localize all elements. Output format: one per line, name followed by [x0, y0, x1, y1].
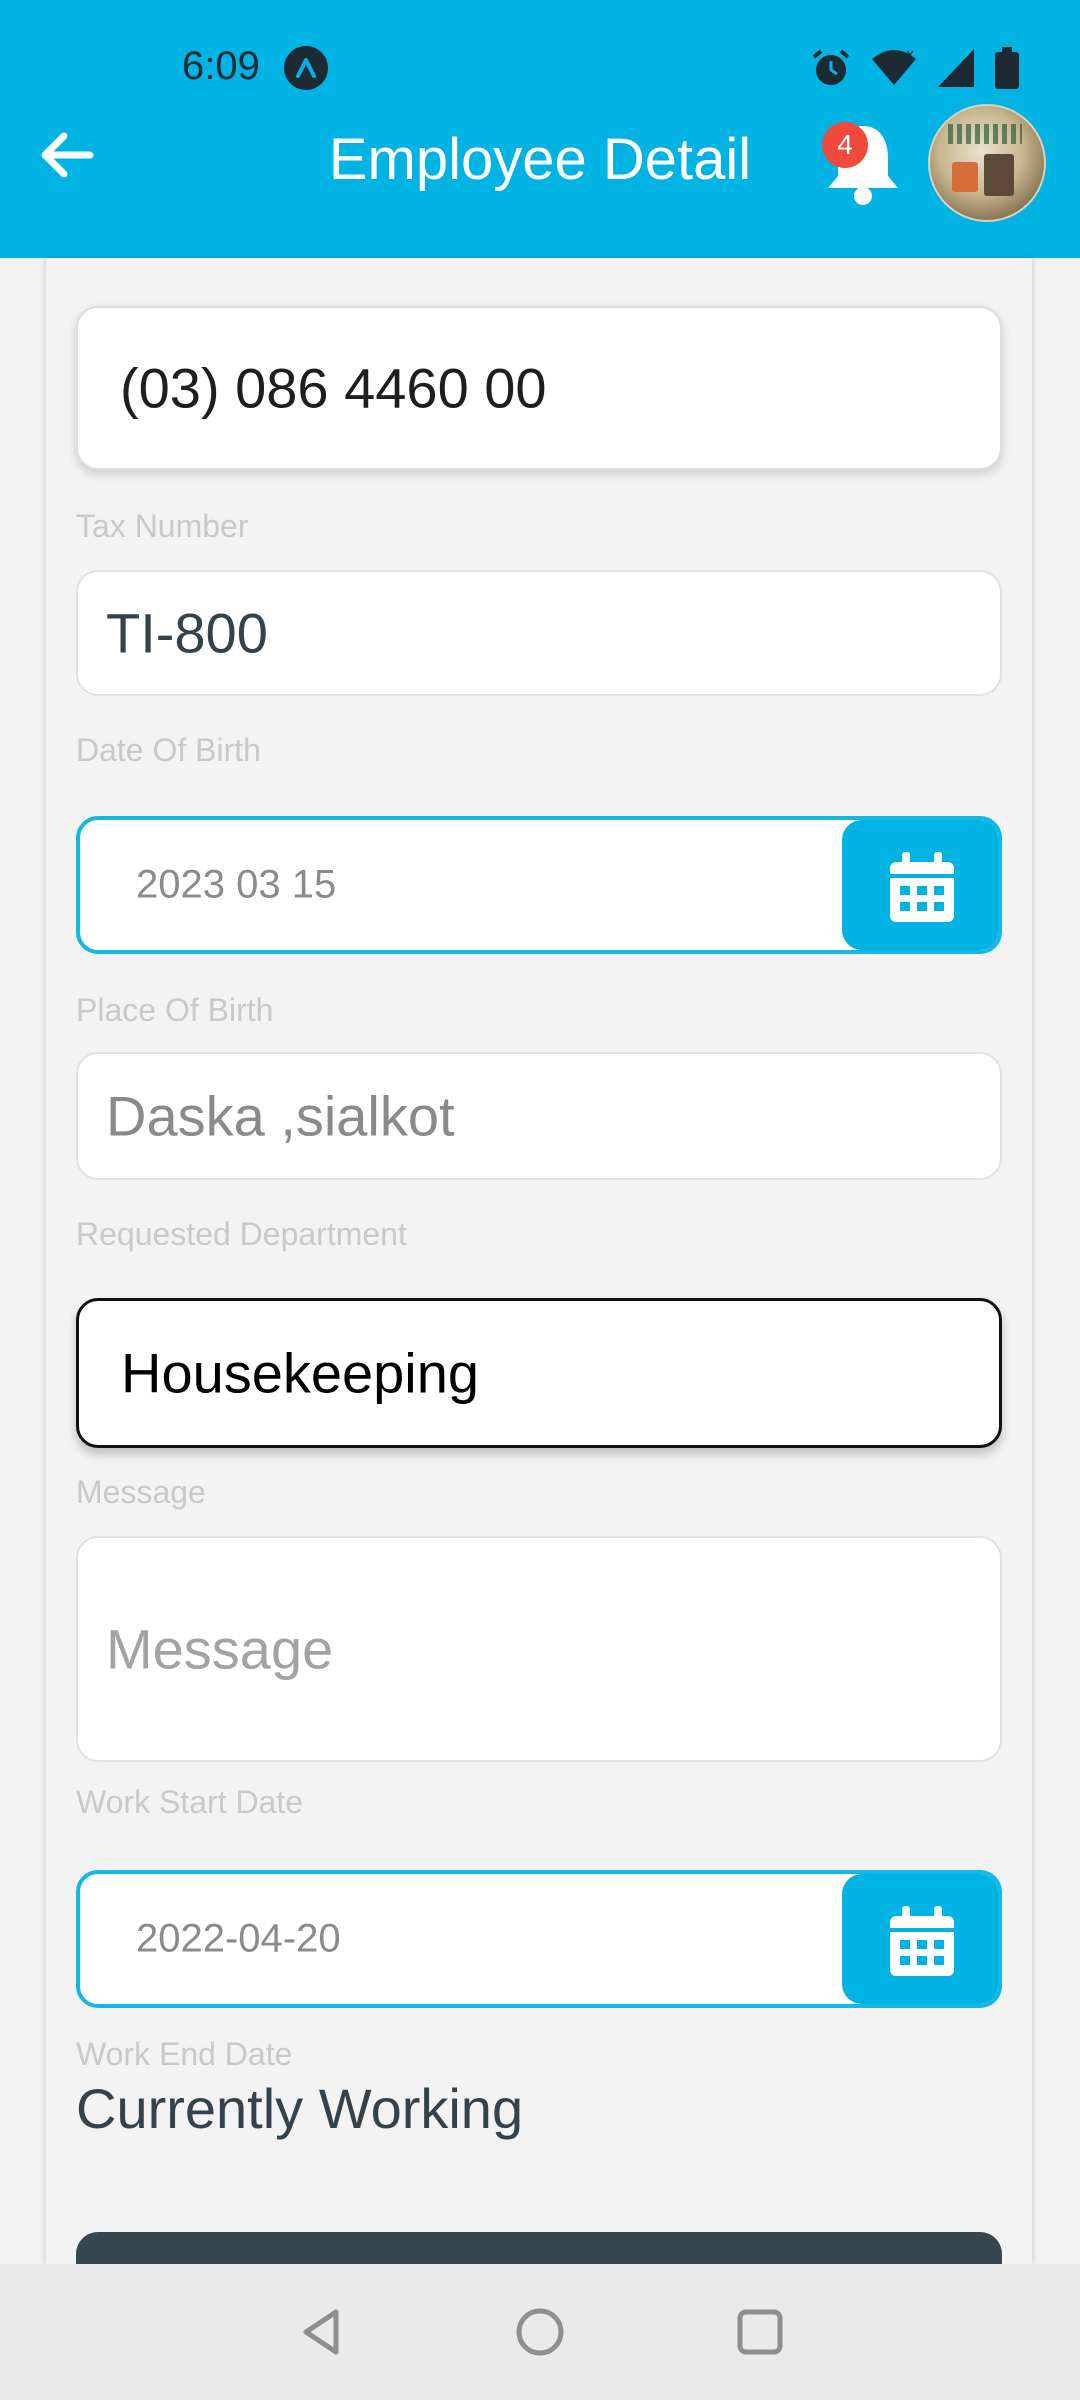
calendar-icon	[890, 852, 954, 922]
status-icons: x	[810, 46, 1020, 90]
avatar[interactable]	[928, 104, 1046, 222]
tax-number-value: TI-800	[106, 601, 268, 665]
wifi-icon: x	[872, 47, 916, 85]
date-of-birth-field[interactable]: 2023 03 15	[76, 816, 1002, 954]
notification-badge: 4	[822, 122, 868, 168]
date-of-birth-label: Date Of Birth	[76, 732, 261, 768]
message-label: Message	[76, 1474, 206, 1510]
date-of-birth-calendar-button[interactable]	[842, 820, 998, 950]
message-placeholder: Message	[106, 1617, 334, 1681]
place-of-birth-label: Place Of Birth	[76, 992, 274, 1028]
phone-field[interactable]: (03) 086 4460 00	[76, 306, 1002, 470]
page-title: Employee Detail	[328, 127, 752, 192]
alarm-icon	[812, 49, 850, 85]
work-end-date-value: Currently Working	[76, 2077, 524, 2140]
home-circle-icon[interactable]	[510, 2302, 570, 2362]
app-header: 6:09 x Employee Detail 4	[0, 0, 1080, 258]
back-triangle-icon[interactable]	[292, 2302, 352, 2362]
status-time: 6:09	[182, 44, 260, 88]
work-start-date-field[interactable]: 2022-04-20	[76, 1870, 1002, 2008]
date-of-birth-value: 2023 03 15	[136, 862, 337, 907]
work-start-date-calendar-button[interactable]	[842, 1874, 998, 2004]
work-end-date-label: Work End Date	[76, 2036, 293, 2072]
place-of-birth-field[interactable]: Daska ,sialkot	[76, 1052, 1002, 1180]
svg-text:x: x	[906, 47, 914, 63]
requested-department-field[interactable]: Housekeeping	[76, 1298, 1002, 1448]
work-start-date-value: 2022-04-20	[136, 1916, 341, 1961]
place-of-birth-value: Daska ,sialkot	[106, 1084, 455, 1148]
message-field[interactable]: Message	[76, 1536, 1002, 1762]
requested-department-value: Housekeeping	[121, 1341, 480, 1405]
tax-number-field[interactable]: TI-800	[76, 570, 1002, 696]
recents-square-icon[interactable]	[730, 2302, 790, 2362]
tax-number-label: Tax Number	[76, 508, 249, 544]
app-notification-icon	[284, 46, 328, 90]
signal-icon	[938, 49, 974, 87]
phone-value: (03) 086 4460 00	[120, 356, 547, 420]
calendar-icon	[890, 1906, 954, 1976]
work-start-date-label: Work Start Date	[76, 1784, 304, 1820]
system-nav-bar	[0, 2264, 1080, 2400]
requested-department-label: Requested Department	[76, 1216, 407, 1252]
battery-icon	[995, 47, 1019, 89]
